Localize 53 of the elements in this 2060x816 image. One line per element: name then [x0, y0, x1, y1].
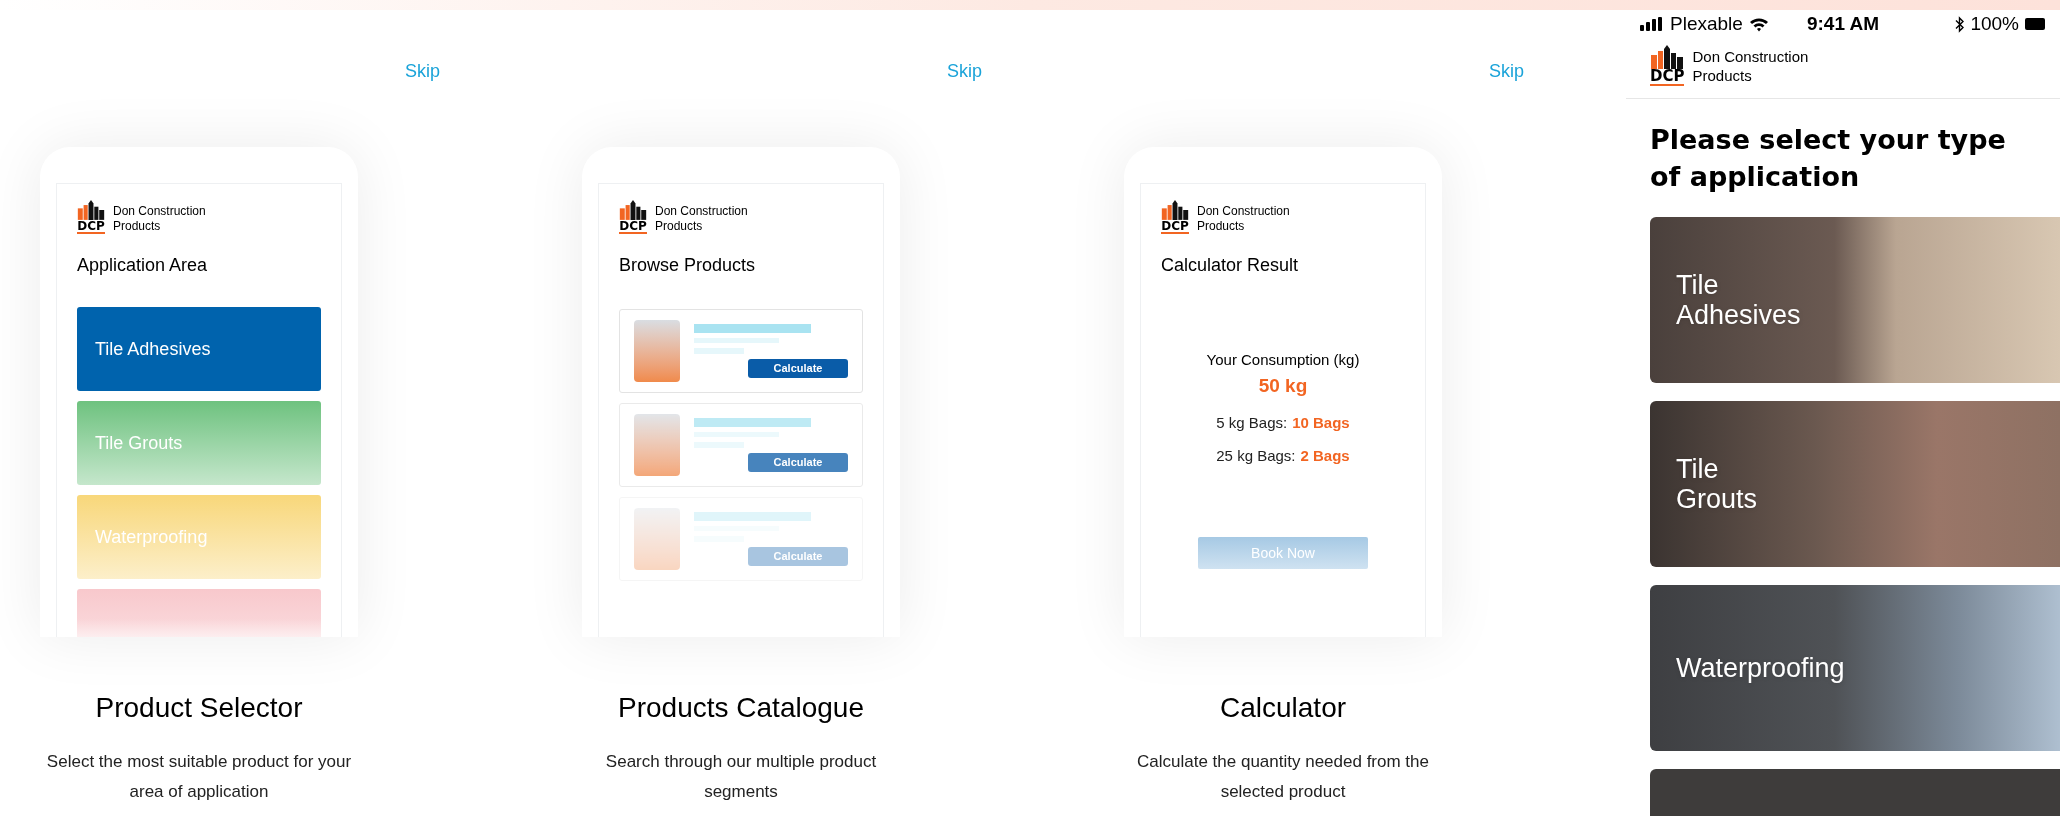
skip-link[interactable]: Skip: [405, 58, 440, 85]
application-tile[interactable]: Tile Adhesives: [77, 307, 321, 391]
consumption-value: 50 kg: [1258, 373, 1308, 398]
bag-count: 2 Bags: [1300, 445, 1350, 466]
bag-count: 10 Bags: [1292, 413, 1350, 433]
consumption-label: Your Consumption (kg): [1206, 350, 1360, 370]
screen-heading: Calculator Result: [1161, 254, 1300, 277]
battery-percent: 100%: [1970, 12, 2019, 36]
brand-name: Don Construction: [1197, 204, 1290, 219]
bag-label: 5 kg Bags:: [1216, 413, 1288, 433]
screen-heading: Browse Products: [619, 254, 757, 277]
brand-name: Don Construction: [113, 204, 206, 219]
application-card[interactable]: Tile Grouts: [1650, 400, 2060, 567]
slide-description: Search through our multiple product segments: [604, 751, 878, 803]
building-logo-icon: [619, 200, 647, 220]
logo-mark: DCP: [77, 220, 105, 234]
brand-name: Products: [1692, 66, 1753, 86]
logo-mark: DCP: [1650, 68, 1685, 86]
building-logo-icon: [77, 200, 105, 220]
slide-title: Calculator: [1219, 691, 1347, 725]
battery-icon: [2024, 17, 2046, 32]
brand-name: Products: [1197, 219, 1246, 234]
product-photo-placeholder: [634, 508, 680, 570]
skip-link[interactable]: Skip: [1489, 58, 1524, 85]
page-heading: Please select your type of application: [1649, 122, 2007, 194]
slide-description: Calculate the quantity needed from the selected product: [1136, 751, 1430, 803]
calculate-button[interactable]: Calculate: [748, 358, 848, 378]
product-card[interactable]: Calculate: [619, 309, 863, 393]
application-card[interactable]: Tile Adhesives: [1650, 216, 2060, 383]
bag-label: 25 kg Bags:: [1216, 445, 1296, 466]
product-photo-placeholder: [634, 320, 680, 382]
building-logo-icon: [1161, 200, 1189, 220]
brand-name: Products: [113, 219, 162, 234]
brand-name: Don Construction: [1692, 48, 1809, 67]
carrier-name: Plexable: [1670, 12, 1743, 36]
brand-name: Don Construction: [655, 204, 748, 219]
product-card[interactable]: Calculate: [619, 403, 863, 487]
status-time: 9:41 AM: [1806, 12, 1880, 36]
application-card[interactable]: Waterproofing: [1650, 584, 2060, 751]
slide-title: Product Selector: [95, 691, 303, 725]
brand-name: Products: [655, 219, 704, 234]
calculate-button[interactable]: Calculate: [748, 452, 848, 472]
slide-description: Select the most suitable product for your area of application: [45, 751, 353, 803]
signal-icon: [1640, 17, 1664, 32]
logo-mark: DCP: [619, 220, 647, 234]
screen-heading: Application Area: [77, 254, 209, 277]
product-photo-placeholder: [634, 414, 680, 476]
skip-link[interactable]: Skip: [947, 58, 982, 85]
wifi-icon: [1748, 16, 1769, 32]
logo-mark: DCP: [1161, 220, 1189, 234]
slide-title: Products Catalogue: [618, 691, 864, 725]
bluetooth-icon: [1955, 15, 1966, 33]
building-logo-icon: [1650, 44, 1685, 69]
